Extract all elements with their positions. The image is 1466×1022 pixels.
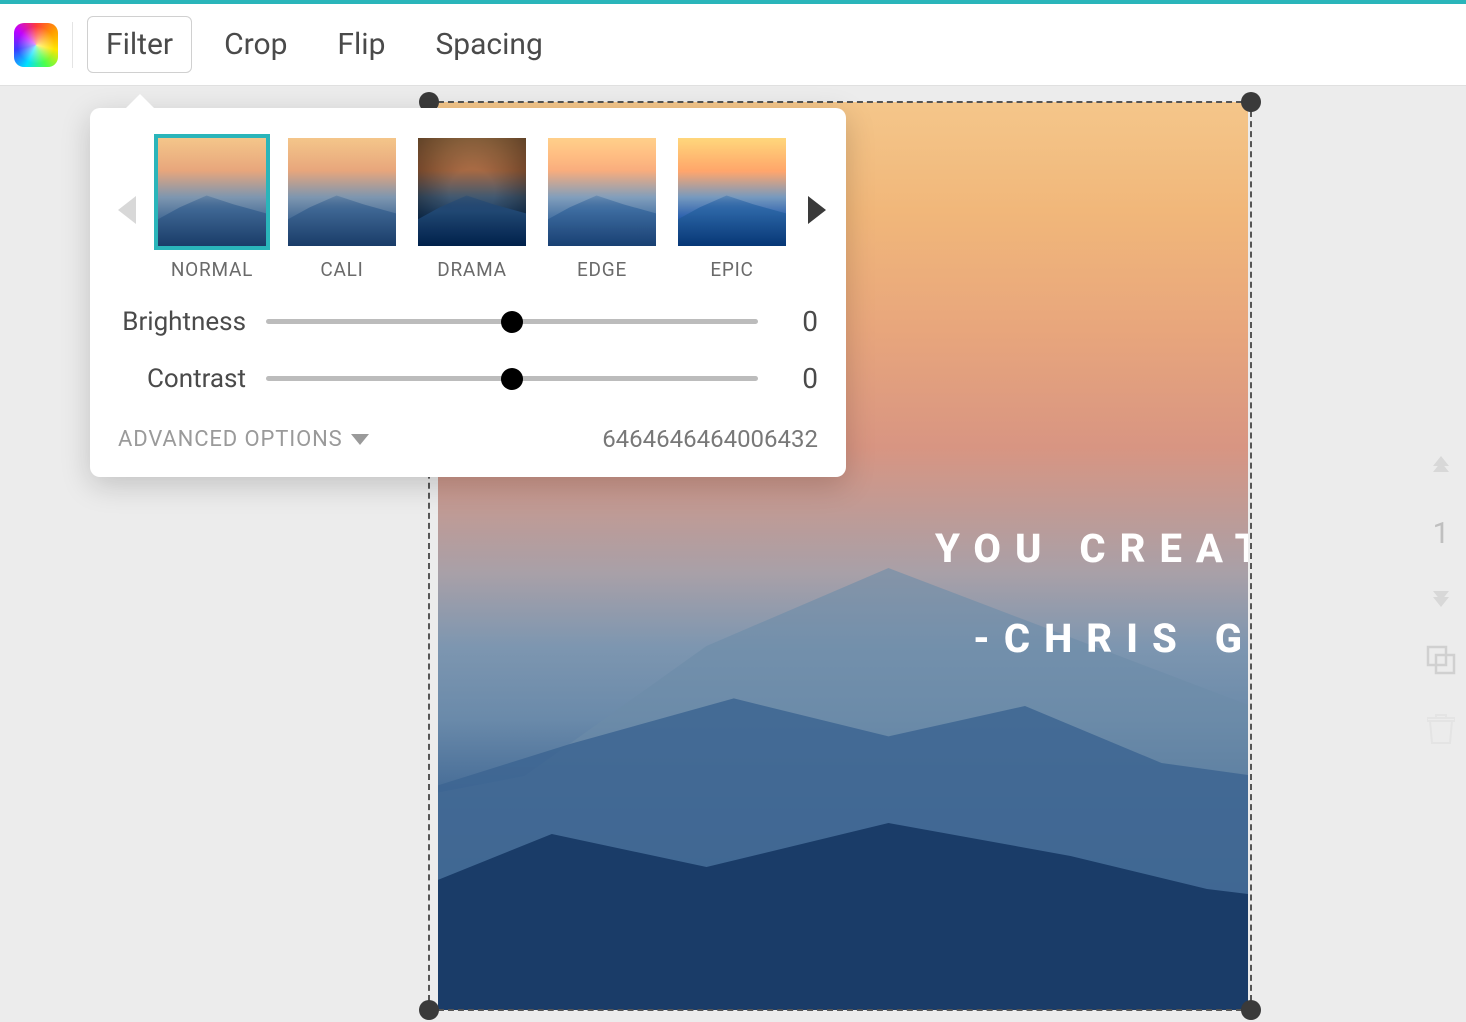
filter-thumb-icon	[418, 138, 526, 246]
toolbar: Filter Crop Flip Spacing	[0, 4, 1466, 86]
toolbar-divider	[72, 22, 73, 68]
filter-thumb-icon	[678, 138, 786, 246]
contrast-value: 0	[778, 362, 818, 395]
move-up-icon[interactable]	[1427, 456, 1455, 482]
filter-thumb-icon	[548, 138, 656, 246]
filter-label: EDGE	[577, 258, 627, 281]
filter-prev-icon[interactable]	[118, 196, 136, 224]
filter-thumbnails-row: NORMAL CALI DRAMA EDGE EPIC	[118, 138, 818, 281]
filter-label: DRAMA	[437, 258, 507, 281]
resize-handle-bottom-right[interactable]	[1241, 1000, 1261, 1020]
filter-option-cali[interactable]: CALI	[288, 138, 396, 281]
copy-icon[interactable]	[1426, 645, 1456, 679]
filter-option-edge[interactable]: EDGE	[548, 138, 656, 281]
flip-button[interactable]: Flip	[319, 17, 403, 72]
page-number: 1	[1433, 516, 1450, 551]
chevron-down-icon	[351, 434, 369, 445]
filter-code[interactable]: 6464646464006432	[602, 425, 818, 453]
filter-label: CALI	[320, 258, 363, 281]
canvas-area: UNITIES APPEN. YOU CREATE THEM. -CHRIS G…	[0, 86, 1466, 1022]
filter-popover: NORMAL CALI DRAMA EDGE EPIC Brightness	[90, 108, 846, 477]
resize-handle-top-right[interactable]	[1241, 92, 1261, 112]
contrast-slider-handle[interactable]	[501, 368, 523, 390]
brightness-value: 0	[778, 305, 818, 338]
brightness-label: Brightness	[118, 307, 246, 337]
filter-option-epic[interactable]: EPIC	[678, 138, 786, 281]
resize-handle-bottom-left[interactable]	[419, 1000, 439, 1020]
filter-thumb-icon	[288, 138, 396, 246]
advanced-options-label: ADVANCED OPTIONS	[118, 427, 343, 452]
spacing-button[interactable]: Spacing	[417, 17, 560, 72]
filter-option-normal[interactable]: NORMAL	[158, 138, 266, 281]
filter-label: NORMAL	[171, 258, 253, 281]
crop-button[interactable]: Crop	[206, 17, 305, 72]
filter-option-drama[interactable]: DRAMA	[418, 138, 526, 281]
filter-thumb-icon	[158, 138, 266, 246]
brightness-slider-row: Brightness 0	[118, 305, 818, 338]
app-logo-icon[interactable]	[14, 23, 58, 67]
filter-label: EPIC	[710, 258, 753, 281]
contrast-slider-row: Contrast 0	[118, 362, 818, 395]
trash-icon[interactable]	[1427, 713, 1455, 749]
popover-footer: ADVANCED OPTIONS 6464646464006432	[118, 425, 818, 453]
contrast-label: Contrast	[118, 364, 246, 394]
brightness-slider-handle[interactable]	[501, 311, 523, 333]
brightness-slider[interactable]	[266, 319, 758, 324]
filter-next-icon[interactable]	[808, 196, 826, 224]
side-tools: 1	[1426, 456, 1456, 749]
contrast-slider[interactable]	[266, 376, 758, 381]
filter-button[interactable]: Filter	[87, 16, 192, 73]
move-down-icon[interactable]	[1427, 585, 1455, 611]
advanced-options-toggle[interactable]: ADVANCED OPTIONS	[118, 427, 369, 452]
